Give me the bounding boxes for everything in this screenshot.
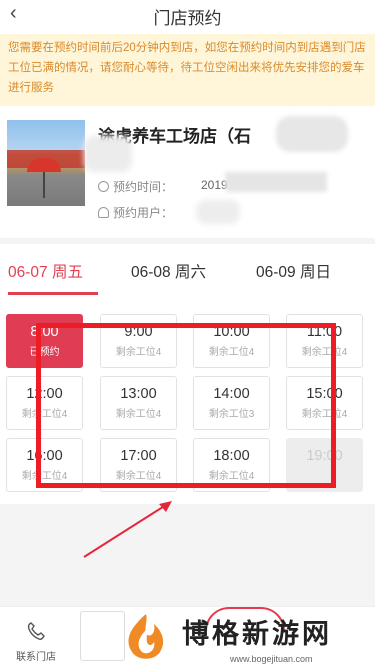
active-tab-indicator [8,292,98,295]
watermark-url: www.bogejituan.com [230,654,313,664]
page-title: 门店预约 [153,9,222,28]
bottom-action-box[interactable] [80,611,125,661]
watermark-text: 博格新游网 [182,619,332,649]
redacted-blur [225,172,327,192]
appointment-user-row: 预约用户： 李 [98,204,213,221]
redacted-blur [276,116,348,152]
contact-store-button[interactable]: 联系门店 [8,621,64,663]
tab-date-0608[interactable]: 06-08 周六 [131,260,206,282]
redacted-blur [196,200,240,224]
appointment-time-label: 预约时间： [113,180,174,194]
contact-store-label: 联系门店 [16,652,56,663]
date-tabs: 06-07 周五 06-08 周六 06-09 周日 [0,244,375,296]
redacted-blur [84,136,132,172]
watermark-logo [128,614,164,659]
clock-icon [98,181,109,192]
notice-banner: 您需要在预约时间前后20分钟内到店，如您在预约时间内到店遇到门店工位已满的情况，… [0,34,375,106]
appointment-user-label: 预约用户： [113,206,174,220]
user-icon [98,207,109,218]
phone-icon [27,622,45,640]
appointment-time-value: 2019 [201,178,228,192]
arrow-annotation [83,501,172,558]
store-card: 途虎养车工场店（石 预约时间： 2019 预约用户： 李 [0,106,375,238]
tab-date-0607[interactable]: 06-07 周五 [8,260,83,282]
tab-date-0609[interactable]: 06-09 周日 [256,260,331,282]
appointment-time-row: 预约时间： 2019 [98,178,228,195]
annotation-highlight-box [36,323,336,488]
store-photo [7,120,85,206]
header-bar: ‹ 门店预约 [0,0,375,34]
